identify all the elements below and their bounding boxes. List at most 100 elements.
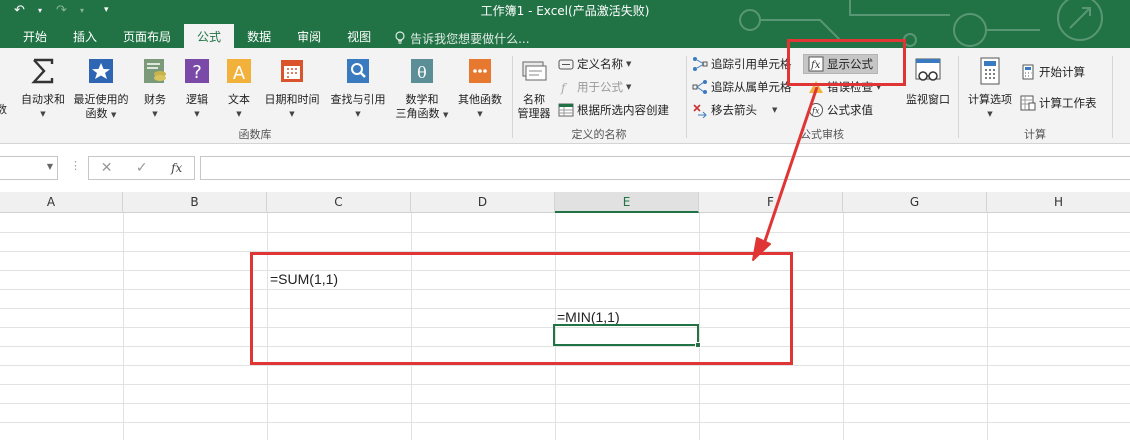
chevron-down-icon: ▼ bbox=[477, 110, 483, 118]
calculate-sheet-icon bbox=[1020, 95, 1036, 111]
gridline bbox=[0, 365, 1130, 366]
window-title: 工作簿1 - Excel(产品激活失败) bbox=[480, 4, 650, 18]
autosum-button[interactable]: 自动求和 ▼ bbox=[16, 56, 70, 121]
chevron-down-icon: ▼ bbox=[111, 111, 117, 119]
chevron-down-icon: ▼ bbox=[772, 106, 778, 114]
svg-text:?: ? bbox=[192, 62, 202, 83]
group-divider bbox=[686, 56, 687, 138]
insert-function-button-partial[interactable]: 数 bbox=[0, 56, 7, 117]
lightbulb-icon bbox=[395, 31, 405, 44]
calculate-sheet-button[interactable]: 计算工作表 bbox=[1020, 93, 1097, 113]
star-icon bbox=[89, 59, 113, 83]
more-functions-button[interactable]: 其他函数 ▼ bbox=[452, 56, 508, 121]
name-manager-button[interactable]: 名称 管理器 bbox=[514, 56, 554, 121]
tab-insert[interactable]: 插入 bbox=[60, 24, 110, 48]
trace-dependents-button[interactable]: 追踪从属单元格 bbox=[692, 77, 792, 97]
tab-formulas[interactable]: 公式 bbox=[184, 24, 235, 48]
formula-buttons: ✕ ✓ fx bbox=[88, 156, 195, 180]
insert-function-icon[interactable]: fx bbox=[171, 161, 182, 175]
chevron-down-icon: ▼ bbox=[626, 83, 632, 91]
name-manager-icon bbox=[522, 61, 547, 81]
svg-text:fx: fx bbox=[811, 107, 820, 116]
column-header-e[interactable]: E bbox=[555, 192, 699, 213]
chevron-down-icon: ▼ bbox=[443, 111, 449, 119]
trace-precedents-button[interactable]: 追踪引用单元格 bbox=[692, 54, 792, 74]
evaluate-formula-button[interactable]: fx 公式求值 bbox=[808, 100, 873, 120]
column-headers: A B C D E F G H bbox=[0, 192, 1130, 213]
watch-window-icon bbox=[915, 58, 941, 81]
calculator-small-icon bbox=[1022, 64, 1034, 80]
logic-icon: ? bbox=[185, 59, 209, 83]
math-trig-button[interactable]: θ 数学和 三角函数 ▼ bbox=[392, 56, 452, 122]
cancel-icon[interactable]: ✕ bbox=[101, 160, 113, 176]
annotation-box-formulas bbox=[250, 252, 793, 365]
remove-arrows-icon bbox=[693, 104, 707, 118]
column-header-g[interactable]: G bbox=[843, 192, 987, 213]
use-in-formula-button[interactable]: f 用于公式 ▼ bbox=[558, 77, 631, 97]
table-grid-icon bbox=[558, 103, 574, 117]
trace-dependents-icon bbox=[692, 80, 707, 94]
lookup-reference-button[interactable]: 查找与引用 ▼ bbox=[326, 56, 390, 121]
name-box[interactable]: ▼ bbox=[0, 156, 58, 180]
tell-me-box[interactable]: 告诉我您想要做什么... bbox=[384, 24, 539, 48]
sigma-icon bbox=[31, 58, 54, 84]
gridline bbox=[0, 403, 1130, 404]
tab-data[interactable]: 数据 bbox=[234, 24, 284, 48]
chevron-down-icon: ▼ bbox=[355, 110, 361, 118]
tab-review[interactable]: 审阅 bbox=[284, 24, 334, 48]
formula-bar: ▼ ⋮ ✕ ✓ fx bbox=[0, 153, 1130, 183]
column-header-f[interactable]: F bbox=[699, 192, 843, 213]
remove-arrows-button[interactable]: 移去箭头 ▼ bbox=[692, 100, 777, 120]
create-from-selection-button[interactable]: 根据所选内容创建 bbox=[558, 100, 669, 120]
gridline bbox=[0, 232, 1130, 233]
resize-handle[interactable]: ⋮ bbox=[70, 159, 81, 172]
column-header-c[interactable]: C bbox=[267, 192, 411, 213]
gridline bbox=[0, 422, 1130, 423]
chevron-down-icon: ▼ bbox=[194, 110, 200, 118]
svg-text:A: A bbox=[233, 63, 246, 84]
chevron-down-icon: ▼ bbox=[289, 110, 295, 118]
trace-precedents-icon bbox=[693, 57, 708, 71]
formula-input[interactable] bbox=[200, 156, 1130, 180]
define-name-button[interactable]: 定义名称 ▼ bbox=[558, 54, 631, 74]
tell-me-text: 告诉我您想要做什么... bbox=[410, 31, 530, 46]
gridline bbox=[0, 384, 1130, 385]
chevron-down-icon: ▼ bbox=[40, 110, 46, 118]
calendar-icon bbox=[281, 60, 303, 82]
ribbon: 数 自动求和 ▼ 最近使用的 函数 ▼ 财务 ▼ ? 逻辑 ▼ A 文本 ▼ 日… bbox=[0, 48, 1130, 144]
recently-used-button[interactable]: 最近使用的 函数 ▼ bbox=[70, 56, 132, 122]
calculate-now-button[interactable]: 开始计算 bbox=[1020, 62, 1085, 82]
function-library-label: 函数库 bbox=[238, 128, 272, 141]
svg-text:θ: θ bbox=[417, 63, 427, 82]
annotation-box-show-formulas bbox=[787, 39, 906, 86]
defined-names-label: 定义的名称 bbox=[571, 128, 627, 141]
tab-page-layout[interactable]: 页面布局 bbox=[110, 24, 184, 48]
math-icon: θ bbox=[411, 59, 433, 83]
calculator-icon bbox=[980, 57, 1000, 85]
column-header-b[interactable]: B bbox=[123, 192, 267, 213]
chevron-down-icon: ▼ bbox=[626, 60, 632, 68]
tab-view[interactable]: 视图 bbox=[334, 24, 384, 48]
column-header-h[interactable]: H bbox=[987, 192, 1130, 213]
logical-button[interactable]: ? 逻辑 ▼ bbox=[180, 56, 214, 121]
calculation-label: 计算 bbox=[1024, 128, 1046, 141]
column-header-a[interactable]: A bbox=[0, 192, 123, 213]
chevron-down-icon: ▼ bbox=[152, 110, 158, 118]
group-divider bbox=[1112, 56, 1113, 138]
financial-button[interactable]: 财务 ▼ bbox=[136, 56, 174, 121]
text-functions-button[interactable]: A 文本 ▼ bbox=[222, 56, 256, 121]
group-divider bbox=[958, 56, 959, 138]
chevron-down-icon[interactable]: ▼ bbox=[47, 162, 53, 171]
column-header-d[interactable]: D bbox=[411, 192, 555, 213]
enter-icon[interactable]: ✓ bbox=[136, 160, 148, 176]
svg-text:f: f bbox=[560, 81, 568, 95]
chevron-down-icon: ▼ bbox=[987, 110, 993, 118]
group-divider bbox=[512, 56, 513, 138]
tab-home[interactable]: 开始 bbox=[10, 24, 60, 48]
date-time-button[interactable]: 日期和时间 ▼ bbox=[260, 56, 324, 121]
watch-window-button[interactable]: 监视窗口 bbox=[903, 56, 953, 107]
tag-icon bbox=[558, 59, 574, 70]
chevron-down-icon: ▼ bbox=[236, 110, 242, 118]
finance-icon bbox=[144, 59, 166, 83]
calculation-options-button[interactable]: 计算选项 ▼ bbox=[962, 56, 1018, 121]
